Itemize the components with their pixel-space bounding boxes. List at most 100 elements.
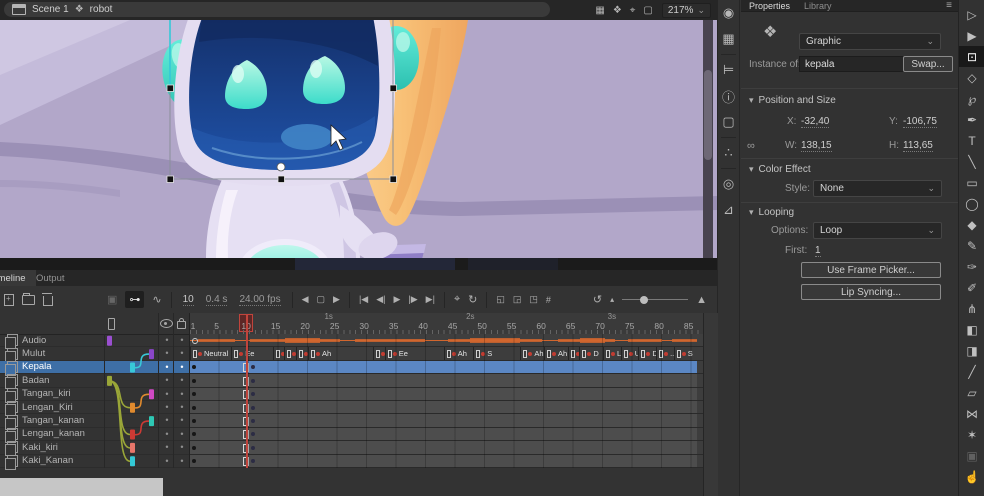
- phoneme-keyframe-Uh-74[interactable]: Uh: [621, 347, 640, 359]
- breadcrumb-scene[interactable]: Scene 1: [32, 4, 69, 15]
- phoneme-keyframe-S-49[interactable]: S: [473, 347, 521, 359]
- parent-marker-Kaki_Kanan[interactable]: [130, 456, 135, 466]
- paint-bucket-tool[interactable]: ◧: [959, 319, 984, 340]
- onion-skin-button-1[interactable]: ◲: [513, 294, 522, 305]
- parent-marker-Mulut[interactable]: [149, 349, 154, 359]
- brush-library-panel-icon[interactable]: ∴: [718, 140, 739, 166]
- tween-span[interactable]: [190, 428, 697, 440]
- keyframe-dot[interactable]: [192, 419, 196, 423]
- frame-row-Audio[interactable]: [190, 334, 703, 347]
- motion-editor-panel-icon[interactable]: ⊿: [718, 197, 739, 223]
- playhead-line[interactable]: [246, 315, 248, 468]
- h-value[interactable]: 113,65: [903, 140, 933, 152]
- clip-scene-icon[interactable]: ▦: [595, 5, 604, 16]
- tween-span[interactable]: [190, 401, 697, 413]
- frame-row-Kepala[interactable]: [190, 361, 703, 374]
- parent-marker-Kepala[interactable]: [130, 363, 135, 373]
- frame-row-Badan[interactable]: [190, 374, 703, 387]
- tab-library[interactable]: Library: [804, 1, 832, 11]
- show-parenting-view-button[interactable]: ⊶: [125, 291, 144, 308]
- frame-nav-button-1[interactable]: ◀|: [376, 294, 385, 305]
- frame-row-Kaki_kiri[interactable]: [190, 441, 703, 454]
- symbol-type-dropdown[interactable]: Graphic ⌄: [799, 33, 941, 50]
- onion-skin-button-2[interactable]: ◳: [529, 294, 538, 305]
- tab-properties[interactable]: Properties: [749, 1, 790, 11]
- phoneme-keyframe-Ah-61[interactable]: Ah: [544, 347, 569, 359]
- playback-button-2[interactable]: ▶: [333, 294, 340, 305]
- eraser-tool[interactable]: ▱: [959, 382, 984, 403]
- clip-bounds-icon[interactable]: ▢: [643, 5, 652, 16]
- frame-nav-button-4[interactable]: ▶|: [426, 294, 435, 305]
- first-value[interactable]: 1: [815, 245, 821, 257]
- keyframe-dot[interactable]: [192, 446, 196, 450]
- bone-tool[interactable]: ⋔: [959, 298, 984, 319]
- add-camera-button[interactable]: ▣: [107, 293, 117, 306]
- fluid-brush-tool[interactable]: ✑: [959, 256, 984, 277]
- layer-lock-dot[interactable]: •: [176, 389, 188, 399]
- zoom-level-select[interactable]: 217% ⌄: [662, 3, 711, 18]
- hand-tool[interactable]: ☝: [959, 466, 984, 487]
- text-tool[interactable]: T: [959, 130, 984, 151]
- cc-libraries-panel-icon[interactable]: ◎: [718, 171, 739, 197]
- breadcrumb[interactable]: Scene 1 ❖ robot: [4, 2, 550, 17]
- looping-options-dropdown[interactable]: Loop ⌄: [813, 222, 942, 239]
- elapsed-time-value[interactable]: 0.4 s: [206, 294, 228, 306]
- align-panel-icon[interactable]: ⊨: [718, 57, 739, 83]
- color-panel-icon[interactable]: ◉: [718, 0, 739, 26]
- use-frame-picker-button[interactable]: Use Frame Picker...: [801, 262, 941, 278]
- frame-nav-button-3[interactable]: |▶: [408, 294, 417, 305]
- gradient-transform-tool[interactable]: ◇: [959, 67, 984, 88]
- tween-span[interactable]: [190, 441, 697, 453]
- lock-column-icon[interactable]: [177, 321, 186, 329]
- keyframe-dot[interactable]: [251, 446, 255, 450]
- panel-menu-icon[interactable]: ≡: [946, 0, 952, 11]
- lip-syncing-button[interactable]: Lip Syncing...: [801, 284, 941, 300]
- layer-lock-dot[interactable]: •: [176, 402, 188, 412]
- keyframe-dot[interactable]: [251, 379, 255, 383]
- layer-lock-dot[interactable]: •: [176, 375, 188, 385]
- frame-nav-button-2[interactable]: ▶: [393, 294, 400, 305]
- classic-brush-tool[interactable]: ✐: [959, 277, 984, 298]
- visibility-column-icon[interactable]: [160, 319, 173, 328]
- reset-timeline-zoom-button[interactable]: ↺: [593, 293, 602, 306]
- frame-row-Mulut[interactable]: NeutralEeDEeFAhDEeAhSAhAhMDLUhD..S: [190, 347, 703, 360]
- ink-bottle-tool[interactable]: ◨: [959, 340, 984, 361]
- frame-nav-button-0[interactable]: |◀: [359, 294, 368, 305]
- layer-lock-dot[interactable]: •: [176, 362, 188, 372]
- center-stage-icon[interactable]: ⌖: [630, 5, 636, 16]
- phoneme-keyframe-S-83[interactable]: S: [674, 347, 699, 359]
- phoneme-keyframe-Ee-34[interactable]: Ee: [385, 347, 445, 359]
- oval-tool[interactable]: ◯: [959, 193, 984, 214]
- frame-rate-value[interactable]: 24.00 fps: [239, 294, 280, 306]
- pencil-tool[interactable]: ✎: [959, 235, 984, 256]
- selection-tool[interactable]: ▷: [959, 4, 984, 25]
- loop-playback-button[interactable]: ↻: [468, 293, 477, 306]
- layer-lock-dot[interactable]: •: [176, 348, 188, 358]
- edit-symbols-icon[interactable]: ❖: [613, 5, 622, 16]
- phoneme-keyframe-Ah-57[interactable]: Ah: [520, 347, 545, 359]
- tween-span[interactable]: [190, 361, 697, 373]
- layer-lock-dot[interactable]: •: [176, 442, 188, 452]
- timeline-zoom-slider[interactable]: [622, 293, 688, 307]
- onion-skin-button-3[interactable]: #: [546, 294, 551, 305]
- phoneme-keyframe-Ee-8[interactable]: Ee: [231, 347, 273, 359]
- timeline-zoom-in-button[interactable]: ▲: [696, 294, 707, 306]
- frames-grid[interactable]: NeutralEeDEeFAhDEeAhSAhAhMDLUhD..S: [190, 334, 703, 468]
- pen-tool[interactable]: ✒: [959, 109, 984, 130]
- subselection-tool[interactable]: ▶: [959, 25, 984, 46]
- center-frame-button[interactable]: ⌖: [454, 293, 460, 306]
- stage[interactable]: [0, 20, 717, 270]
- timeline-ruler[interactable]: 15101520253035404550556065707580851s2s3s: [190, 313, 703, 335]
- frame-row-Tangan_kiri[interactable]: [190, 388, 703, 401]
- timeline-zoom-out-button[interactable]: ▴: [610, 295, 614, 304]
- info-panel-icon[interactable]: ⓘ: [718, 83, 739, 109]
- playback-button-1[interactable]: ▢: [317, 294, 326, 305]
- keyframe-dot[interactable]: [192, 406, 196, 410]
- eyedropper-tool[interactable]: ╱: [959, 361, 984, 382]
- y-value[interactable]: -106,75: [903, 116, 937, 128]
- parent-marker-Kaki_kiri[interactable]: [130, 443, 135, 453]
- camera-tool[interactable]: ▣: [959, 445, 984, 466]
- phoneme-keyframe-..-80[interactable]: ..: [656, 347, 675, 359]
- phoneme-keyframe-Ah-21[interactable]: Ah: [308, 347, 374, 359]
- section-color-effect[interactable]: Color Effect: [749, 164, 811, 175]
